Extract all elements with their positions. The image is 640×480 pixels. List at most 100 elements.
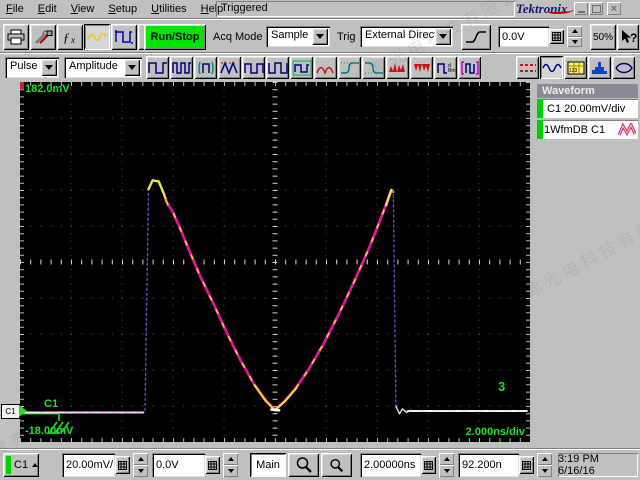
gated-pulse-button[interactable]	[458, 56, 481, 79]
vertical-position-spinner[interactable]	[223, 453, 238, 477]
context-help-button[interactable]: ?	[617, 24, 639, 50]
spin-up-icon[interactable]	[537, 453, 552, 465]
horizontal-main-button[interactable]: Main	[250, 453, 286, 477]
horizontal-scale-field[interactable]: 2.00000ns	[360, 453, 454, 477]
meas-type-select[interactable]: Amplitude	[64, 57, 142, 78]
horizontal-position-spinner[interactable]	[537, 453, 552, 477]
magnifier-icon	[296, 457, 312, 473]
acq-mode-label: Acq Mode	[213, 31, 263, 43]
waveform-view-button[interactable]	[540, 56, 563, 79]
vertical-position-field[interactable]: 0.0V	[152, 453, 238, 477]
pulse-train-button[interactable]	[170, 56, 193, 79]
trigger-status-text: Triggered	[221, 2, 268, 14]
keypad-icon[interactable]	[421, 456, 436, 474]
period-button[interactable]	[290, 56, 313, 79]
peak-peak-button[interactable]	[218, 56, 241, 79]
waveform-display-mode-button[interactable]	[84, 24, 110, 50]
formula-button[interactable]: ƒx	[57, 24, 83, 50]
vertical-scale-field[interactable]: 20.00mV/	[62, 453, 148, 477]
spin-down-icon[interactable]	[537, 465, 552, 477]
menu-edit[interactable]: Edit	[32, 1, 65, 17]
acq-mode-select[interactable]: Sample	[266, 26, 330, 47]
meas-type-dropdown-icon[interactable]	[124, 59, 140, 76]
trig-label: Trig	[337, 31, 356, 43]
run-stop-button[interactable]: Run/Stop	[144, 24, 206, 50]
cursors-button[interactable]	[516, 56, 539, 79]
histogram-button[interactable]	[588, 56, 611, 79]
pulse-train-icon	[171, 60, 192, 76]
spin-down-icon[interactable]	[439, 465, 454, 477]
undershoot-noise-icon	[412, 60, 432, 76]
restore-button[interactable]	[589, 2, 603, 15]
amplitude-ac-icon	[315, 60, 336, 76]
pulse-display-mode-button[interactable]	[111, 24, 137, 50]
toolbox-button[interactable]	[30, 24, 56, 50]
minimize-button[interactable]	[574, 2, 588, 15]
zoom-out-button[interactable]	[321, 453, 352, 477]
dbm-level-button[interactable]: d Bm	[434, 56, 457, 79]
acq-mode-dropdown-icon[interactable]	[312, 28, 328, 45]
meas-category-select[interactable]: Pulse	[5, 57, 59, 78]
channel1-marker-arrow-icon	[19, 405, 27, 417]
spin-up-icon[interactable]	[567, 26, 582, 37]
trigger-slope-button[interactable]	[461, 24, 491, 50]
pulse-display-mode-icon	[114, 29, 134, 45]
vertical-scale-spinner[interactable]	[133, 453, 148, 477]
trig-source-dropdown-icon[interactable]	[435, 28, 451, 45]
vertical-position-value: 0.0V	[156, 459, 179, 471]
svg-text:?: ?	[630, 31, 637, 45]
meas-category-value: Pulse	[10, 60, 38, 72]
set-to-50pct-button[interactable]: 50%	[590, 24, 616, 50]
keypad-icon[interactable]	[115, 456, 130, 474]
menu-utilities[interactable]: Utilities	[145, 1, 194, 17]
horizontal-position-field[interactable]: 92.200n	[458, 453, 552, 477]
print-button[interactable]	[3, 24, 29, 50]
trigger-status: Triggered	[216, 1, 515, 17]
spin-up-icon[interactable]	[133, 453, 148, 465]
fall-time-button[interactable]	[362, 56, 385, 79]
burst-width-button[interactable]	[194, 56, 217, 79]
timebase-label: 2.000ns/div	[465, 426, 525, 438]
keypad-icon[interactable]	[519, 456, 534, 474]
eye-diagram-button[interactable]	[612, 56, 635, 79]
pos-width-button[interactable]	[242, 56, 265, 79]
pos-width-icon	[243, 60, 264, 76]
trig-source-select[interactable]: External Direct	[360, 26, 453, 47]
channel1-position-marker[interactable]: C1	[1, 404, 20, 419]
menu-file[interactable]: File	[0, 1, 32, 17]
toolbar-divider	[0, 52, 640, 54]
horizontal-scale-spinner[interactable]	[439, 453, 454, 477]
burst-width-icon	[196, 60, 216, 76]
amplitude-ac-button[interactable]	[314, 56, 337, 79]
menu-view[interactable]: View	[65, 1, 103, 17]
trigger-level-field[interactable]: 0.0V	[498, 26, 582, 47]
neg-width-button[interactable]	[266, 56, 289, 79]
help-pointer-icon: ?	[621, 29, 637, 45]
wfmdb-trace-icon	[618, 122, 636, 136]
pulse-width-button[interactable]	[146, 56, 169, 79]
spin-up-icon[interactable]	[223, 453, 238, 465]
trigger-level-spinner[interactable]	[567, 26, 582, 47]
svg-text:Bm: Bm	[448, 68, 456, 74]
meas-category-dropdown-icon[interactable]	[41, 59, 57, 76]
undershoot-noise-button[interactable]	[410, 56, 433, 79]
zoom-in-button[interactable]	[288, 453, 319, 477]
pulse-width-icon	[147, 60, 168, 76]
results-table-button[interactable]: 123	[564, 56, 587, 79]
rise-time-icon	[340, 60, 360, 76]
waveform-row-scale[interactable]: C1 20.00mV/div	[537, 99, 638, 118]
menu-setup[interactable]: Setup	[102, 1, 145, 17]
close-button[interactable]: ×	[607, 2, 621, 15]
keypad-icon[interactable]	[549, 29, 564, 44]
keypad-icon[interactable]	[205, 456, 220, 474]
spin-down-icon[interactable]	[133, 465, 148, 477]
channel-select-button[interactable]: C1	[3, 453, 39, 477]
spin-up-icon[interactable]	[439, 453, 454, 465]
spin-down-icon[interactable]	[567, 36, 582, 47]
overshoot-noise-button[interactable]	[386, 56, 409, 79]
spin-down-icon[interactable]	[223, 465, 238, 477]
waveform-row-wfmdb[interactable]: 1WfmDB C1	[537, 120, 638, 139]
rise-time-button[interactable]	[338, 56, 361, 79]
gated-pulse-icon	[460, 60, 480, 76]
svg-text:ƒ: ƒ	[63, 30, 70, 45]
